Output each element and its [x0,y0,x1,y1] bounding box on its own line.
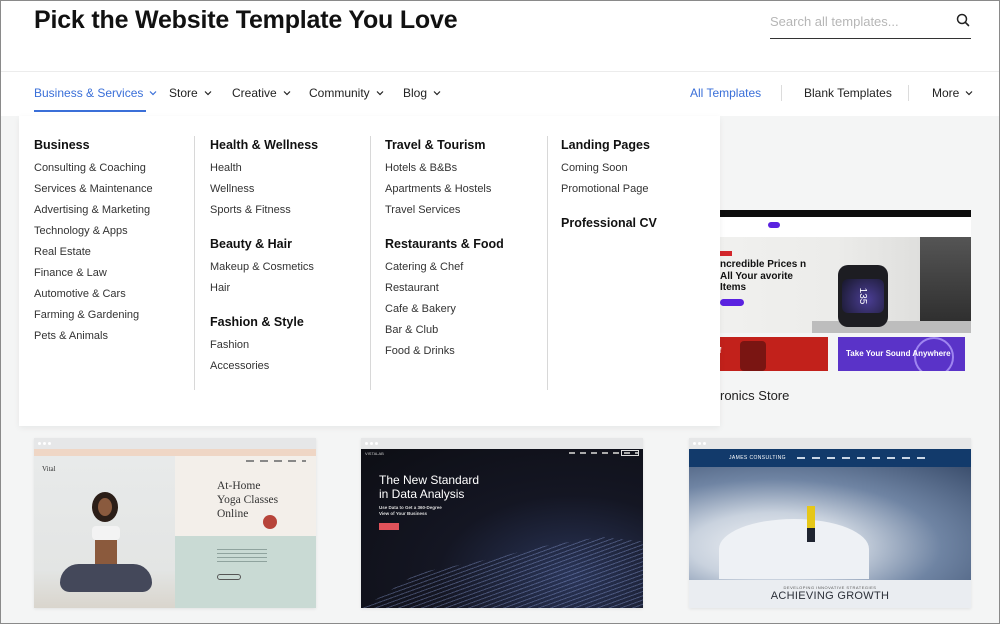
template-card-electronics-store[interactable]: ncredible Prices n All Your avorite Item… [700,203,971,371]
nav-label: More [932,86,960,100]
nav-label: Creative [232,86,277,100]
subcategory-link[interactable]: Makeup & Cosmetics [210,257,318,278]
chevron-down-icon [965,91,973,96]
business-services-dropdown: Business Consulting & Coaching Services … [19,116,720,426]
subcategory-link[interactable]: Travel Services [385,200,504,221]
subcategory-link[interactable]: Health [210,158,318,179]
nav-divider [781,85,782,101]
promo-banner-purple: Take Your Sound Anywhere [838,337,965,371]
dropdown-column: Business Consulting & Coaching Services … [34,136,153,361]
subcategory-link[interactable]: Accessories [210,356,318,377]
template-card-data-analysis[interactable]: VISTALAB The New Standard in Data Analys… [361,438,643,608]
nav-community[interactable]: Community [309,86,384,100]
category-beauty-hair[interactable]: Beauty & Hair [210,235,318,257]
active-tab-indicator [34,110,146,112]
subcategory-link[interactable]: Bar & Club [385,320,504,341]
browser-chrome [34,438,316,449]
subcategory-link[interactable]: Real Estate [34,242,153,263]
preview-hero: ncredible Prices n All Your avorite Item… [700,237,971,333]
search-box[interactable] [770,10,971,39]
category-business[interactable]: Business [34,136,153,158]
subcategory-link[interactable]: Restaurant [385,278,504,299]
search-input[interactable] [770,10,940,32]
subcategory-link[interactable]: Consulting & Coaching [34,158,153,179]
subcategory-link[interactable]: Technology & Apps [34,221,153,242]
chevron-down-icon [149,91,157,96]
subcategory-link[interactable]: Coming Soon [561,158,657,179]
nav-label: All Templates [690,86,762,100]
nav-store[interactable]: Store [169,86,212,100]
nav-creative[interactable]: Creative [232,86,291,100]
chevron-down-icon [283,91,291,96]
subcategory-link[interactable]: Catering & Chef [385,257,504,278]
category-professional-cv[interactable]: Professional CV [561,214,657,236]
subcategory-link[interactable]: Farming & Gardening [34,305,153,326]
chevron-down-icon [376,91,384,96]
template-name[interactable]: ronics Store [720,388,789,403]
subcategory-link[interactable]: Finance & Law [34,263,153,284]
browser-chrome [689,438,971,449]
template-preview: Vital At-Home Yoga Classes Online [34,449,316,608]
template-preview: VISTALAB The New Standard in Data Analys… [361,449,643,608]
category-nav: Business & Services Store Creative Commu… [0,72,1000,116]
nav-label: Store [169,86,198,100]
category-restaurants-food[interactable]: Restaurants & Food [385,235,504,257]
category-travel-tourism[interactable]: Travel & Tourism [385,136,504,158]
subcategory-link[interactable]: Sports & Fitness [210,200,318,221]
column-divider [370,136,371,390]
nav-label: Blog [403,86,428,100]
nav-more[interactable]: More [932,86,973,100]
preview-topbar [700,210,971,217]
subcategory-link[interactable]: Pets & Animals [34,326,153,347]
chevron-down-icon [433,91,441,96]
search-icon[interactable] [955,12,971,28]
template-card-consulting[interactable]: JAMES CONSULTING DEVELOPING INNOVATIVE S… [689,438,971,608]
subcategory-link[interactable]: Fashion [210,335,318,356]
dropdown-column: Landing Pages Coming Soon Promotional Pa… [561,136,657,250]
subcategory-link[interactable]: Advertising & Marketing [34,200,153,221]
dropdown-column: Health & Wellness Health Wellness Sports… [210,136,318,391]
subcategory-link[interactable]: Food & Drinks [385,341,504,362]
page-title: Pick the Website Template You Love [34,6,458,34]
subcategory-link[interactable]: Cafe & Bakery [385,299,504,320]
subcategory-link[interactable]: Services & Maintenance [34,179,153,200]
subcategory-link[interactable]: Hair [210,278,318,299]
subcategory-link[interactable]: Automotive & Cars [34,284,153,305]
preview-searchbar [700,217,971,237]
subcategory-link[interactable]: Hotels & B&Bs [385,158,504,179]
nav-label: Business & Services [34,86,144,100]
preview-headline: The New Standard in Data Analysis [379,473,480,501]
column-divider [194,136,195,390]
category-fashion-style[interactable]: Fashion & Style [210,313,318,335]
nav-business-services[interactable]: Business & Services [34,86,157,100]
page-header: Pick the Website Template You Love [0,0,1000,72]
smartwatch-image: 135 [838,265,888,327]
laptop-image [920,237,971,333]
category-health-wellness[interactable]: Health & Wellness [210,136,318,158]
nav-blog[interactable]: Blog [403,86,441,100]
nav-all-templates[interactable]: All Templates [690,86,761,100]
column-divider [547,136,548,390]
preview-headline: ncredible Prices n All Your avorite Item… [720,259,807,293]
nav-label: Blank Templates [804,86,892,100]
subcategory-link[interactable]: Wellness [210,179,318,200]
subcategory-link[interactable]: Promotional Page [561,179,657,200]
nav-divider [908,85,909,101]
template-preview: JAMES CONSULTING DEVELOPING INNOVATIVE S… [689,449,971,608]
browser-chrome [361,438,643,449]
chevron-down-icon [204,91,212,96]
nav-blank-templates[interactable]: Blank Templates [804,86,892,100]
subcategory-link[interactable]: Apartments & Hostels [385,179,504,200]
template-card-yoga[interactable]: Vital At-Home Yoga Classes Online [34,438,316,608]
nav-label: Community [309,86,370,100]
category-landing-pages[interactable]: Landing Pages [561,136,657,158]
dropdown-column: Travel & Tourism Hotels & B&Bs Apartment… [385,136,504,376]
